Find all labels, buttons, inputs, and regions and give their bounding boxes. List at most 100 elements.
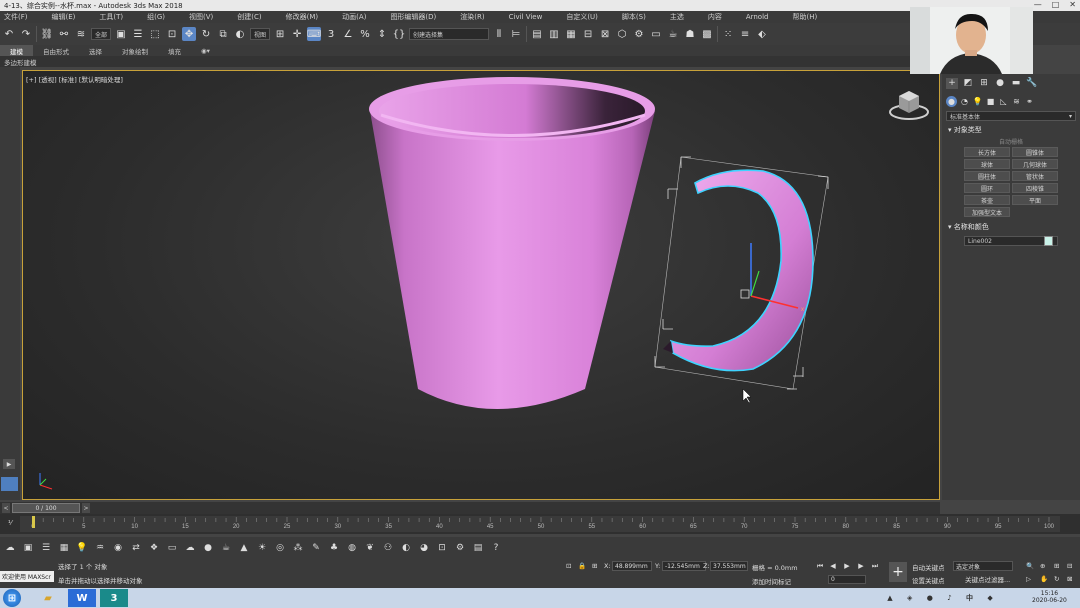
- motion-tab-icon[interactable]: ●: [994, 78, 1006, 89]
- selection-filter-dropdown[interactable]: 全部: [91, 28, 112, 40]
- select-scale-icon[interactable]: ⧉: [216, 27, 230, 41]
- tray-clock[interactable]: 15:16 2020-06-20: [1032, 590, 1067, 604]
- maximize-viewport-icon[interactable]: ⊠: [1067, 575, 1072, 583]
- viewport-layout-tab[interactable]: [1, 477, 18, 491]
- scene-explorer-icon[interactable]: ▤: [530, 27, 544, 41]
- tray-security-icon[interactable]: ◆: [987, 594, 992, 602]
- menu-customize[interactable]: 自定义(U): [566, 12, 598, 22]
- tray-volume-icon[interactable]: ♪: [947, 594, 951, 602]
- play-icon[interactable]: ▶: [842, 561, 852, 571]
- prev-frame-button[interactable]: <: [2, 503, 10, 513]
- prev-key-icon[interactable]: ◀: [828, 561, 838, 571]
- menu-rendering[interactable]: 渲染(R): [460, 12, 484, 22]
- maxscript-listener[interactable]: 欢迎使用 MAXScr: [0, 571, 54, 582]
- layer-icon[interactable]: ▣: [22, 542, 34, 554]
- reference-coord-dropdown[interactable]: 视图: [250, 28, 271, 40]
- cloud-icon[interactable]: ☁: [184, 542, 196, 554]
- curve-editor-icon[interactable]: ⊟: [581, 27, 595, 41]
- next-frame-button[interactable]: >: [82, 503, 90, 513]
- rect-selection-icon[interactable]: ⬚: [148, 27, 162, 41]
- plant-icon[interactable]: ❦: [364, 542, 376, 554]
- hierarchy-tab-icon[interactable]: ⊞: [978, 78, 990, 89]
- bulb-icon[interactable]: ◎: [274, 542, 286, 554]
- z-coord-input[interactable]: 37.553mm: [710, 561, 748, 571]
- tree-icon[interactable]: ♣: [328, 542, 340, 554]
- display-tab-icon[interactable]: ▬: [1010, 78, 1022, 89]
- set-key-button[interactable]: +: [889, 562, 907, 582]
- tab-object-paint[interactable]: 对象绘制: [112, 45, 158, 56]
- pivot-center-icon[interactable]: ⊞: [273, 27, 287, 41]
- shapes-icon[interactable]: ◔: [959, 96, 970, 107]
- add-time-tag[interactable]: 添加时间标记: [752, 576, 791, 586]
- layer-explorer-icon[interactable]: ▥: [547, 27, 561, 41]
- modify-tab-icon[interactable]: ◩: [962, 78, 974, 89]
- close-icon[interactable]: ✕: [1069, 0, 1076, 9]
- polygon-modeling-label[interactable]: 多边形建模: [4, 57, 37, 67]
- menu-animation[interactable]: 动画(A): [342, 12, 366, 22]
- settings-icon[interactable]: ⚙: [454, 542, 466, 554]
- helpers-icon[interactable]: ◺: [998, 96, 1009, 107]
- sphere-button[interactable]: 球体: [964, 159, 1010, 169]
- selection-set-dropdown[interactable]: 选定对象: [953, 561, 1013, 571]
- viewport-settings-icon[interactable]: ⬖: [755, 27, 769, 41]
- zoom-extents-icon[interactable]: ⊞: [1054, 562, 1059, 570]
- object-color-swatch[interactable]: [1044, 236, 1053, 246]
- percent-snap-icon[interactable]: %: [358, 27, 372, 41]
- cameras-icon[interactable]: ■: [985, 96, 996, 107]
- absolute-mode-icon[interactable]: ⊞: [592, 562, 597, 570]
- window-crossing-icon[interactable]: ⊡: [165, 27, 179, 41]
- spacewarps-icon[interactable]: ≋: [1011, 96, 1022, 107]
- globe-icon[interactable]: ◍: [346, 542, 358, 554]
- sphere-icon[interactable]: ●: [202, 542, 214, 554]
- tray-up-icon[interactable]: ▲: [887, 594, 892, 602]
- go-to-end-icon[interactable]: ⏭: [870, 561, 880, 571]
- render-icon[interactable]: ☕: [666, 27, 680, 41]
- pyramid-button[interactable]: 四棱锥: [1012, 183, 1058, 193]
- fov-icon[interactable]: ▷: [1026, 575, 1031, 583]
- set-key-label[interactable]: 设置关键点: [912, 575, 945, 585]
- crowd-icon[interactable]: ⚇: [382, 542, 394, 554]
- zoom-icon[interactable]: 🔍: [1026, 562, 1034, 570]
- lights-icon[interactable]: 💡: [972, 96, 983, 107]
- render-setup-icon[interactable]: ⚙: [632, 27, 646, 41]
- tray-app-icon[interactable]: ●: [927, 594, 933, 602]
- start-icon[interactable]: ⊞: [3, 589, 21, 607]
- box-button[interactable]: 长方体: [964, 147, 1010, 157]
- x-coord-input[interactable]: 48.899mm: [612, 561, 652, 571]
- utilities-tab-icon[interactable]: 🔧: [1026, 78, 1038, 89]
- geosphere-button[interactable]: 几何球体: [1012, 159, 1058, 169]
- menu-content[interactable]: 内容: [708, 12, 722, 22]
- time-slider[interactable]: < 0 / 100 >: [0, 502, 940, 514]
- key-filters-button[interactable]: 关键点过滤器...: [965, 574, 1010, 584]
- menu-tools[interactable]: 工具(T): [99, 12, 123, 22]
- snap-toggle-icon[interactable]: 3: [324, 27, 338, 41]
- tab-populate[interactable]: 填充: [158, 45, 191, 56]
- viewport-layout-icon[interactable]: ≡: [738, 27, 752, 41]
- cone-icon[interactable]: ▲: [238, 542, 250, 554]
- pen-icon[interactable]: ✎: [310, 542, 322, 554]
- menu-arnold[interactable]: Arnold: [746, 13, 769, 21]
- named-selection-dropdown[interactable]: 创建选择集: [409, 28, 490, 40]
- keyboard-shortcut-icon[interactable]: ⌨: [307, 27, 321, 41]
- select-rotate-icon[interactable]: ↻: [199, 27, 213, 41]
- render-cloud-icon[interactable]: ▩: [700, 27, 714, 41]
- create-tab-icon[interactable]: +: [946, 77, 958, 89]
- y-coord-input[interactable]: -12.545mm: [662, 561, 706, 571]
- render-region-icon[interactable]: ⊡: [436, 542, 448, 554]
- isolate-icon[interactable]: ⊡: [566, 562, 571, 570]
- render-iterative-icon[interactable]: ☗: [683, 27, 697, 41]
- place-icon[interactable]: ◐: [233, 27, 247, 41]
- tray-network-icon[interactable]: ◈: [907, 594, 912, 602]
- particle-icon[interactable]: ⁂: [292, 542, 304, 554]
- edit-named-sel-icon[interactable]: {}: [392, 27, 406, 41]
- auto-key-button[interactable]: 自动关键点: [912, 562, 945, 572]
- viewport-grid-icon[interactable]: ⁙: [721, 27, 735, 41]
- viewport-label[interactable]: [+] [透视] [标准] [默认明暗处理]: [26, 74, 123, 84]
- select-by-name-icon[interactable]: ☰: [131, 27, 145, 41]
- sun-icon[interactable]: ☀: [256, 542, 268, 554]
- transform-icon[interactable]: ⇄: [130, 542, 142, 554]
- menu-group[interactable]: 组(G): [147, 12, 165, 22]
- orbit-icon[interactable]: ↻: [1054, 575, 1059, 583]
- menu-modifiers[interactable]: 修改器(M): [286, 12, 319, 22]
- list-icon[interactable]: ☰: [40, 542, 52, 554]
